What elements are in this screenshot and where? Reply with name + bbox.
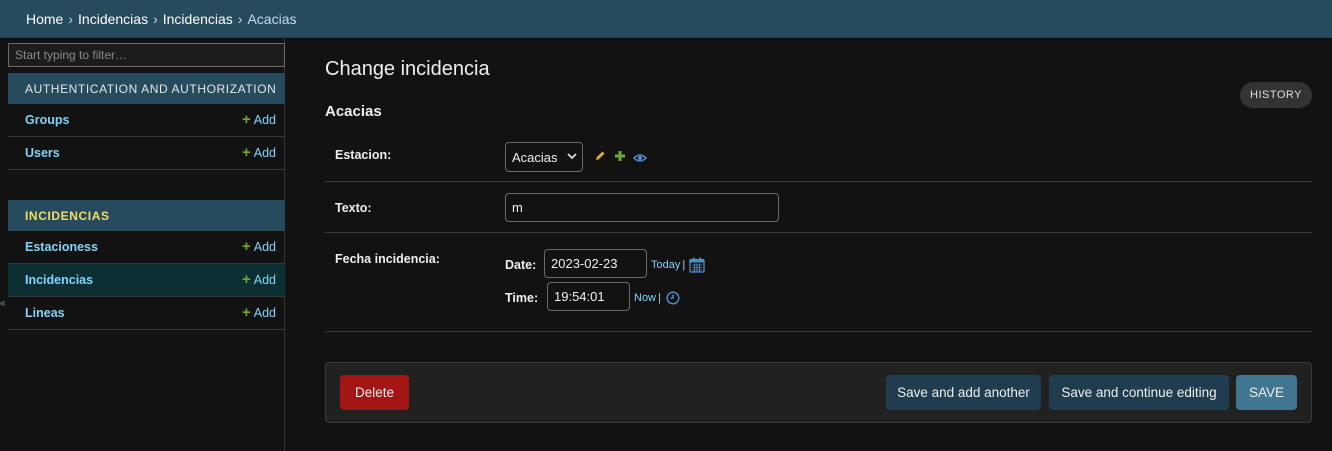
sidebar-item-groups: Groups + Add bbox=[8, 104, 285, 137]
breadcrumb-home-link[interactable]: Home bbox=[26, 11, 63, 27]
sidebar-item-users: Users + Add bbox=[8, 137, 285, 170]
sidebar-item-lineas: Lineas + Add bbox=[8, 297, 285, 330]
form-row-fecha-incidencia: Fecha incidencia: Date: Today| Time: Now… bbox=[325, 233, 1312, 332]
add-users-link[interactable]: + Add bbox=[241, 144, 276, 161]
submit-row: Delete Save and add another Save and con… bbox=[325, 362, 1312, 423]
sidebar-item-estacioness: Estacioness + Add bbox=[8, 231, 285, 264]
add-label: Add bbox=[253, 273, 276, 287]
now-link[interactable]: Now bbox=[634, 292, 656, 304]
estacion-label: Estacion: bbox=[335, 148, 392, 162]
fecha-incidencia-label: Fecha incidencia: bbox=[335, 252, 440, 266]
chevron-down-icon bbox=[567, 151, 577, 164]
texto-label: Texto: bbox=[335, 201, 372, 215]
shortcut-separator: | bbox=[682, 259, 686, 271]
page-title: Change incidencia bbox=[325, 58, 490, 80]
breadcrumb-model-link[interactable]: Incidencias bbox=[163, 11, 233, 27]
time-label: Time: bbox=[505, 291, 539, 305]
sidebar-item-incidencias-link[interactable]: Incidencias bbox=[25, 273, 242, 287]
add-estacioness-link[interactable]: + Add bbox=[241, 238, 276, 255]
date-input[interactable] bbox=[544, 249, 647, 278]
shortcut-separator: | bbox=[658, 292, 661, 304]
module-caption-auth[interactable]: AUTHENTICATION AND AUTHORIZATION bbox=[8, 73, 285, 104]
estacion-select-value: Acacias bbox=[512, 149, 558, 165]
estacion-select[interactable]: Acacias bbox=[505, 142, 583, 172]
breadcrumb: Home › Incidencias › Incidencias › Acaci… bbox=[0, 0, 1332, 38]
sidebar-item-users-link[interactable]: Users bbox=[25, 146, 242, 160]
delete-button[interactable]: Delete bbox=[340, 375, 409, 410]
object-title: Acacias bbox=[325, 103, 382, 120]
texto-input[interactable] bbox=[505, 193, 779, 222]
add-label: Add bbox=[253, 240, 276, 254]
sidebar-item-groups-link[interactable]: Groups bbox=[25, 113, 242, 127]
sidebar-item-lineas-link[interactable]: Lineas bbox=[25, 306, 242, 320]
plus-icon: + bbox=[241, 144, 251, 161]
calendar-icon[interactable] bbox=[689, 257, 705, 276]
breadcrumb-separator: › bbox=[153, 10, 158, 27]
sidebar-filter-input[interactable] bbox=[8, 43, 285, 67]
sidebar: AUTHENTICATION AND AUTHORIZATION Groups … bbox=[8, 38, 285, 451]
add-label: Add bbox=[253, 146, 276, 160]
sidebar-toggle-button[interactable]: « bbox=[0, 298, 6, 310]
module-caption-incidencias[interactable]: INCIDENCIAS bbox=[8, 200, 285, 231]
clock-icon[interactable] bbox=[666, 291, 680, 308]
add-label: Add bbox=[253, 306, 276, 320]
time-input[interactable] bbox=[547, 282, 630, 311]
add-incidencias-link[interactable]: + Add bbox=[241, 271, 276, 288]
pencil-icon[interactable] bbox=[594, 150, 606, 165]
time-shortcuts: Now | bbox=[634, 292, 663, 304]
plus-icon: + bbox=[241, 111, 251, 128]
save-button[interactable]: SAVE bbox=[1236, 375, 1297, 410]
date-label: Date: bbox=[505, 258, 537, 272]
save-and-add-another-button[interactable]: Save and add another bbox=[886, 375, 1041, 410]
history-button[interactable]: HISTORY bbox=[1240, 82, 1312, 108]
plus-icon: + bbox=[241, 304, 251, 321]
eye-icon[interactable] bbox=[632, 151, 648, 166]
sidebar-item-estacioness-link[interactable]: Estacioness bbox=[25, 240, 242, 254]
breadcrumb-current: Acacias bbox=[247, 10, 297, 27]
add-lineas-link[interactable]: + Add bbox=[241, 304, 276, 321]
add-groups-link[interactable]: + Add bbox=[241, 111, 276, 128]
form-row-estacion: Estacion: Acacias bbox=[325, 133, 1312, 182]
form-row-texto: Texto: bbox=[325, 182, 1312, 233]
plus-icon[interactable] bbox=[614, 150, 626, 165]
date-shortcuts: Today | bbox=[651, 259, 687, 271]
sidebar-item-incidencias: Incidencias + Add bbox=[8, 264, 285, 297]
save-and-continue-button[interactable]: Save and continue editing bbox=[1049, 375, 1229, 410]
plus-icon: + bbox=[241, 238, 251, 255]
today-link[interactable]: Today bbox=[651, 259, 680, 271]
breadcrumb-separator: › bbox=[237, 10, 243, 27]
add-label: Add bbox=[253, 113, 276, 127]
breadcrumb-app-link[interactable]: Incidencias bbox=[78, 11, 148, 27]
breadcrumb-separator: › bbox=[68, 10, 74, 27]
plus-icon: + bbox=[241, 271, 251, 288]
